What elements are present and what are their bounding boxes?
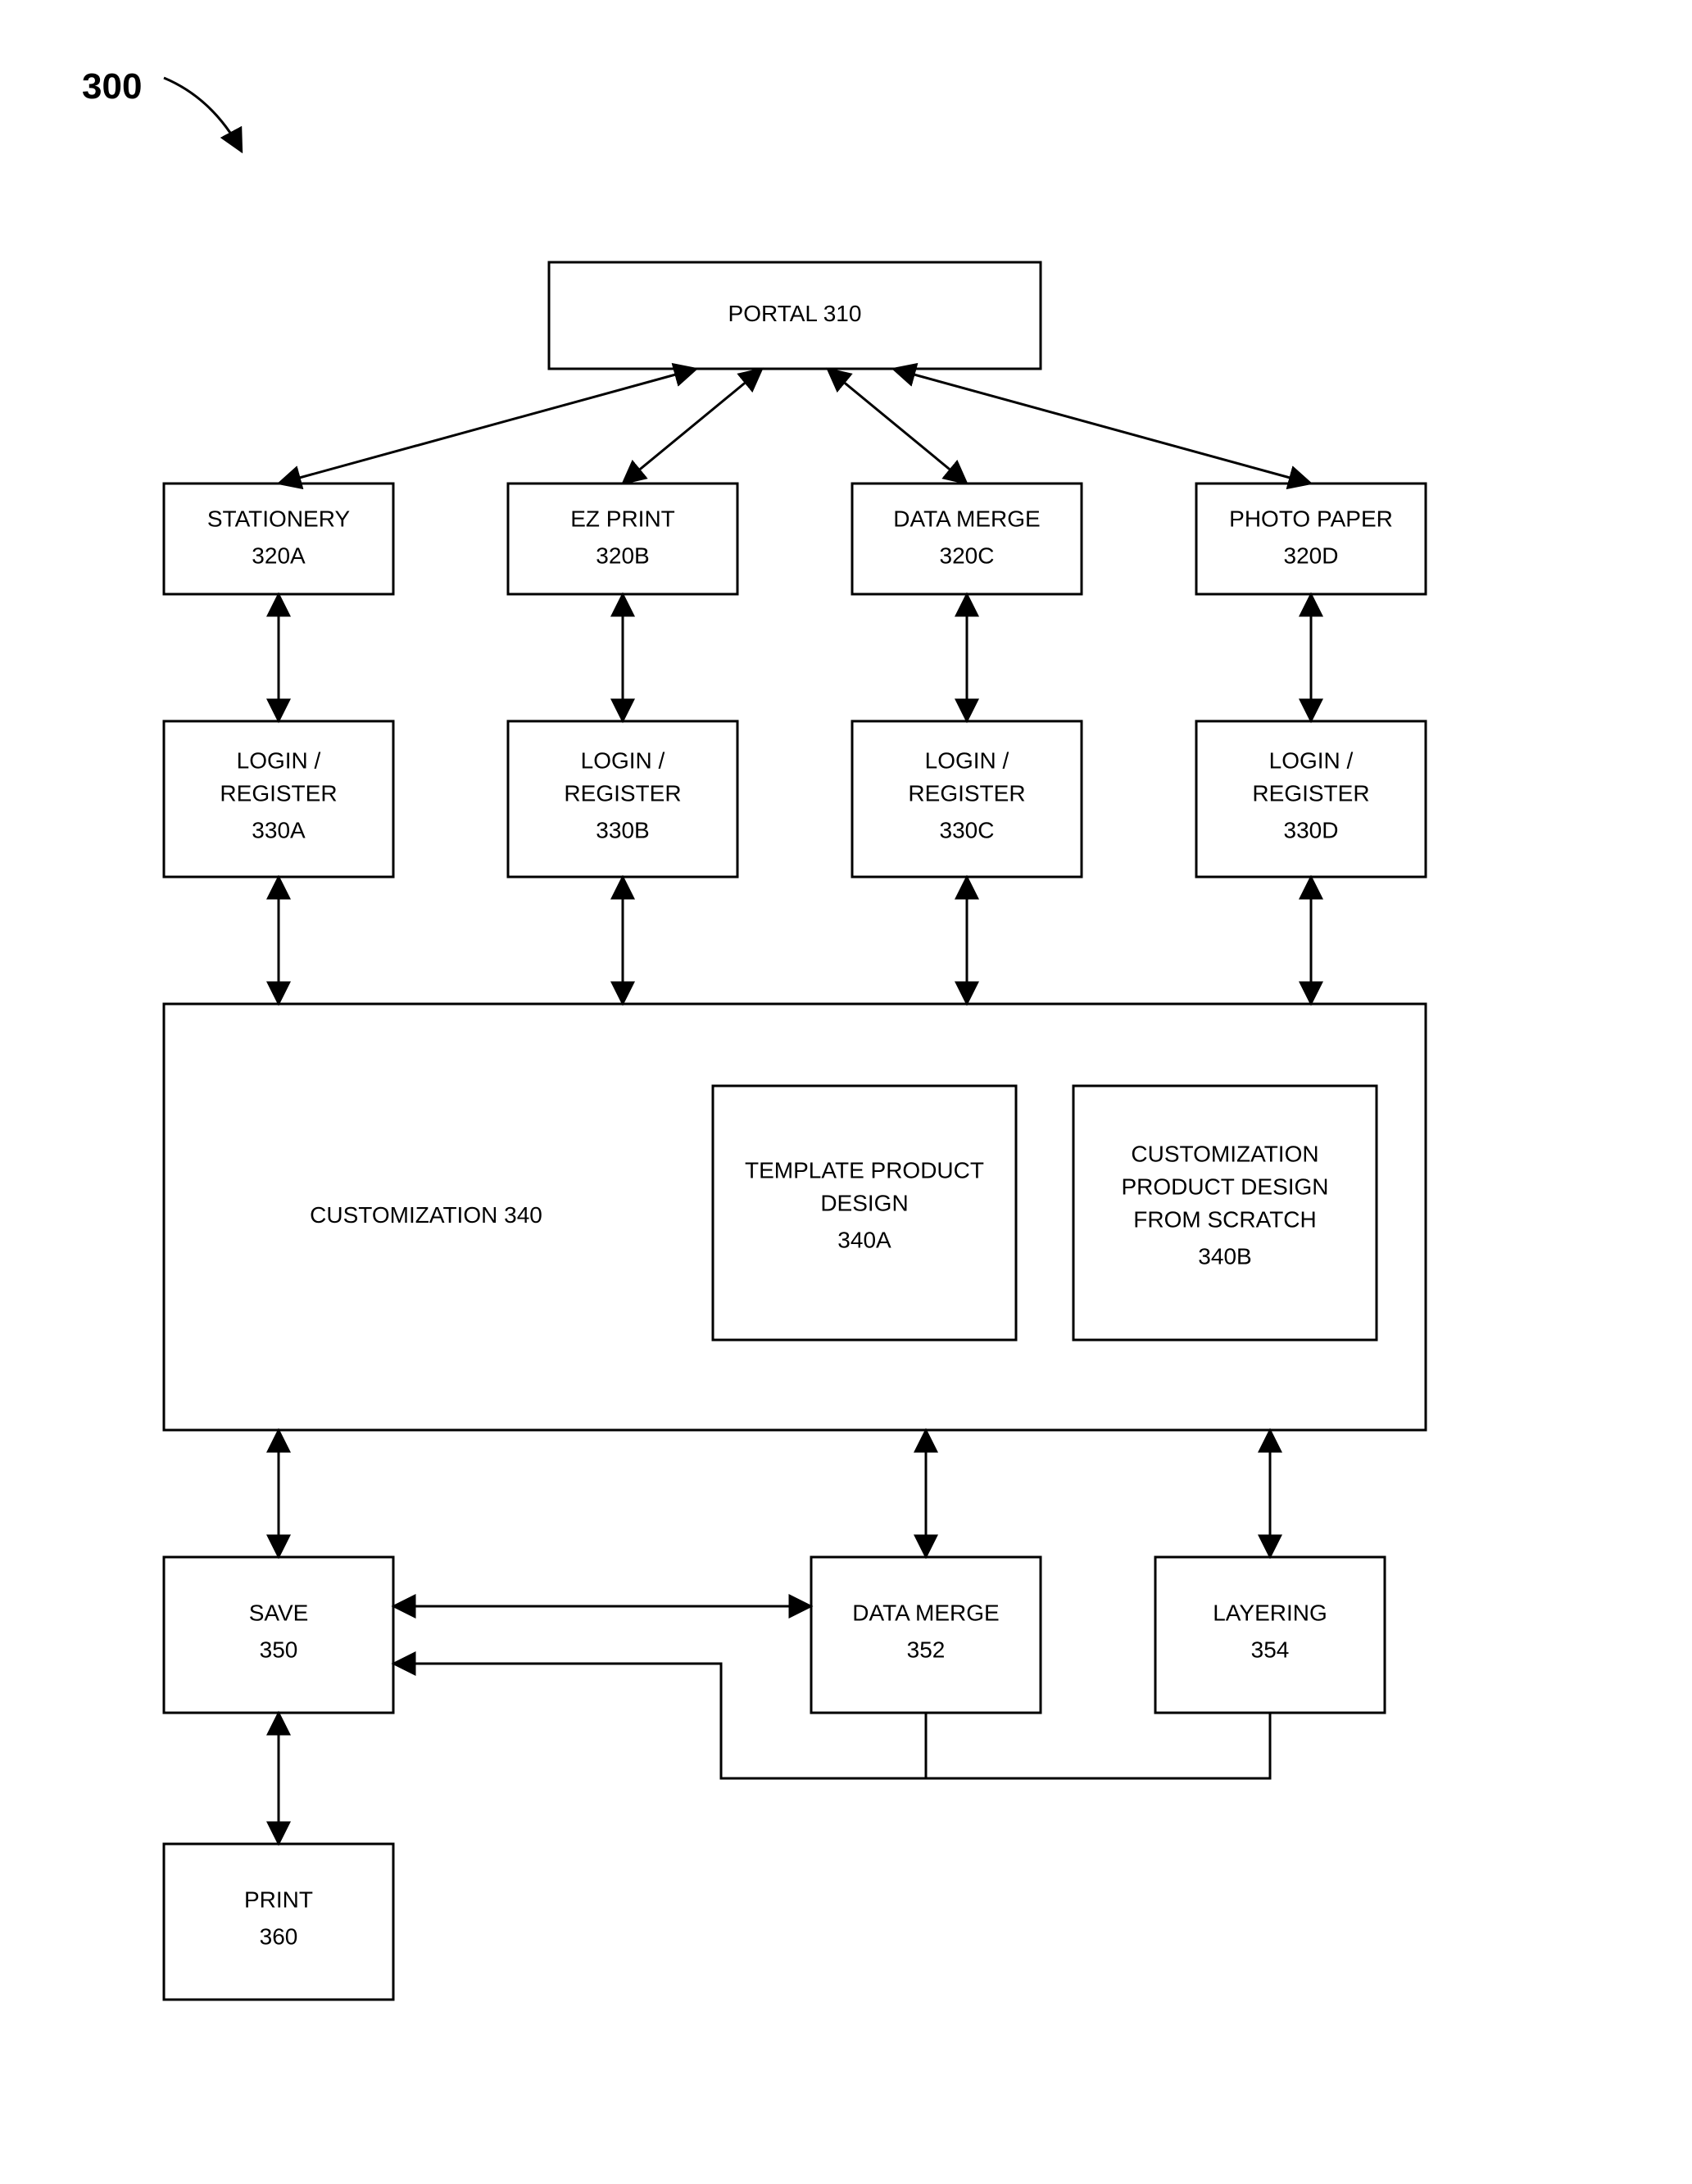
label-login-a-1: LOGIN / <box>237 747 321 773</box>
label-login-c-1: LOGIN / <box>925 747 1009 773</box>
arrow-portal-ezprint <box>623 369 762 484</box>
id-login-a: 330A <box>252 817 306 842</box>
id-stationery: 320A <box>252 543 306 568</box>
id-login-d: 330D <box>1284 817 1339 842</box>
label-portal: PORTAL 310 <box>728 301 862 326</box>
box-layering <box>1155 1557 1385 1713</box>
id-layering: 354 <box>1251 1637 1290 1662</box>
box-stationery <box>164 484 393 594</box>
label-scratch-2: PRODUCT DESIGN <box>1121 1174 1328 1199</box>
id-template: 340A <box>837 1227 891 1252</box>
box-datamerge <box>811 1557 1041 1713</box>
figure-arrow <box>164 78 242 152</box>
id-photopaper: 320D <box>1284 543 1339 568</box>
figure-number: 300 <box>82 66 142 107</box>
arrow-portal-photopaper <box>893 369 1311 484</box>
id-login-c: 330C <box>940 817 995 842</box>
id-datamerge-top: 320C <box>940 543 995 568</box>
label-save: SAVE <box>249 1600 309 1625</box>
id-scratch: 340B <box>1198 1243 1251 1269</box>
id-datamerge: 352 <box>907 1637 946 1662</box>
label-login-d-1: LOGIN / <box>1269 747 1354 773</box>
label-login-b-1: LOGIN / <box>581 747 665 773</box>
box-photopaper <box>1196 484 1426 594</box>
arrow-portal-datamerge <box>828 369 967 484</box>
box-save <box>164 1557 393 1713</box>
box-ezprint <box>508 484 737 594</box>
label-datamerge-top: DATA MERGE <box>893 506 1040 531</box>
label-scratch-1: CUSTOMIZATION <box>1131 1141 1318 1166</box>
label-login-c-2: REGISTER <box>908 780 1025 806</box>
label-login-a-2: REGISTER <box>220 780 337 806</box>
label-ezprint: EZ PRINT <box>570 506 675 531</box>
id-print: 360 <box>260 1923 298 1949</box>
label-template-1: TEMPLATE PRODUCT <box>745 1157 984 1183</box>
label-layering: LAYERING <box>1213 1600 1327 1625</box>
arrow-portal-stationery <box>279 369 696 484</box>
box-print <box>164 1844 393 2000</box>
id-save: 350 <box>260 1637 298 1662</box>
label-login-b-2: REGISTER <box>564 780 681 806</box>
label-datamerge: DATA MERGE <box>852 1600 999 1625</box>
id-ezprint: 320B <box>596 543 649 568</box>
label-photopaper: PHOTO PAPER <box>1229 506 1393 531</box>
label-print: PRINT <box>244 1887 313 1912</box>
label-template-2: DESIGN <box>820 1190 908 1215</box>
box-datamerge-top <box>852 484 1082 594</box>
label-stationery: STATIONERY <box>207 506 351 531</box>
label-scratch-3: FROM SCRATCH <box>1133 1206 1316 1232</box>
id-login-b: 330B <box>596 817 649 842</box>
label-customization: CUSTOMIZATION 340 <box>310 1202 542 1228</box>
diagram-canvas: 300 PORTAL 310 STATIONERY 320A EZ PRINT … <box>0 0 1692 2184</box>
label-login-d-2: REGISTER <box>1252 780 1369 806</box>
